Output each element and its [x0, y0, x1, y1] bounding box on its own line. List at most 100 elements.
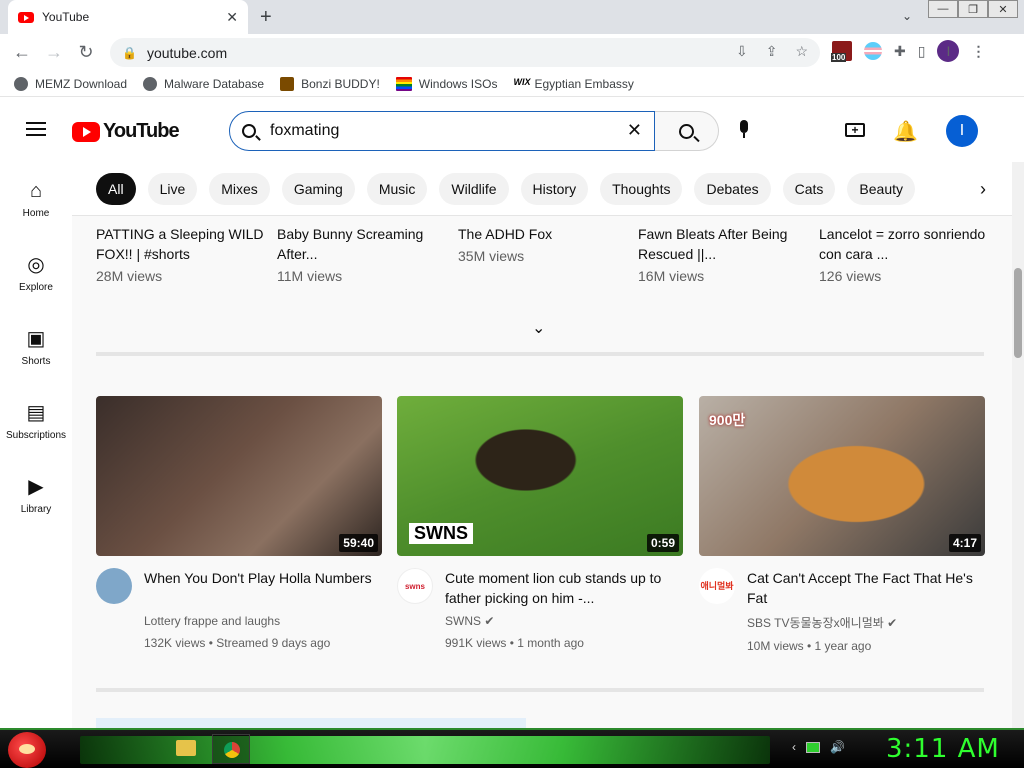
- chip-mixes[interactable]: Mixes: [209, 172, 270, 205]
- chip-gaming[interactable]: Gaming: [281, 172, 355, 205]
- section-divider: [96, 352, 984, 356]
- sidebar-item-library[interactable]: ▶ Library: [0, 476, 72, 515]
- sidebar-item-subscriptions[interactable]: ▤ Subscriptions: [0, 402, 72, 441]
- trans-flag-extension-icon[interactable]: [864, 42, 882, 60]
- side-panel-icon[interactable]: ▯: [918, 43, 926, 60]
- channel-avatar[interactable]: 애니멀봐: [699, 568, 735, 604]
- chevron-right-icon[interactable]: ›: [980, 179, 986, 200]
- clear-search-icon[interactable]: ✕: [627, 120, 642, 141]
- youtube-logo[interactable]: YouTube: [72, 120, 180, 143]
- video-thumbnail[interactable]: SWNS 0:59: [397, 396, 683, 556]
- forward-arrow-icon[interactable]: →: [38, 42, 70, 63]
- tab-youtube[interactable]: YouTube ✕: [8, 0, 248, 34]
- subscriptions-icon: ▤: [26, 402, 46, 424]
- chip-all[interactable]: All: [96, 172, 136, 205]
- puzzle-extensions-icon[interactable]: ✚: [894, 43, 906, 60]
- tab-close-icon[interactable]: ✕: [226, 9, 238, 26]
- wix-icon: WIX: [513, 76, 531, 87]
- new-tab-button[interactable]: +: [260, 6, 272, 29]
- channel-name[interactable]: SBS TV동물농장x애니멀봐 ✔: [747, 614, 985, 631]
- start-button-angry-bird-icon[interactable]: [8, 732, 46, 768]
- short-item[interactable]: Fawn Bleats After Being Rescued ||... 16M…: [638, 224, 808, 284]
- channel-avatar[interactable]: [96, 568, 132, 604]
- address-bar[interactable]: 🔒 youtube.com ⇩ ⇪ ☆: [110, 38, 820, 67]
- close-window-button[interactable]: ✕: [988, 0, 1018, 18]
- minimize-button[interactable]: —: [928, 0, 958, 18]
- video-title[interactable]: When You Don't Play Holla Numbers: [144, 568, 382, 608]
- tab-search-chevron-icon[interactable]: ⌄: [902, 9, 912, 23]
- maximize-button[interactable]: ❐: [958, 0, 988, 18]
- create-video-icon[interactable]: +: [845, 123, 865, 137]
- home-icon: ⌂: [29, 180, 43, 202]
- bookmark-egyptian-embassy[interactable]: WIX Egyptian Embassy: [513, 77, 633, 91]
- channel-name[interactable]: Lottery frappe and laughs: [144, 614, 382, 628]
- bookmark-malware-database[interactable]: Malware Database: [143, 76, 264, 91]
- chrome-taskbar-button[interactable]: [212, 734, 250, 764]
- search-icon: [242, 124, 256, 138]
- youtube-play-icon: [72, 121, 100, 142]
- notifications-bell-icon[interactable]: 🔔: [893, 119, 918, 144]
- video-card[interactable]: 59:40 When You Don't Play Holla Numbers …: [96, 396, 382, 650]
- search-input[interactable]: foxmating ✕: [229, 111, 655, 151]
- tab-strip: YouTube ✕ + ⌄ — ❐ ✕: [0, 0, 1024, 34]
- chip-debates[interactable]: Debates: [694, 172, 771, 205]
- bookmark-star-icon[interactable]: ☆: [795, 43, 808, 60]
- tab-title: YouTube: [42, 10, 90, 24]
- video-thumbnail[interactable]: 900만 4:17: [699, 396, 985, 556]
- section-divider: [96, 688, 984, 692]
- channel-avatar[interactable]: swns: [397, 568, 433, 604]
- share-icon[interactable]: ⇪: [766, 43, 778, 60]
- volume-icon[interactable]: 🔊: [830, 740, 845, 754]
- network-icon[interactable]: [806, 741, 820, 753]
- filter-chips-bar: All Live Mixes Gaming Music Wildlife His…: [72, 162, 1012, 216]
- video-title[interactable]: Cute moment lion cub stands up to father…: [445, 568, 683, 608]
- chip-cats[interactable]: Cats: [782, 172, 836, 205]
- short-item[interactable]: PATTING a Sleeping WILD FOX!! | #shorts 2…: [96, 224, 266, 284]
- video-thumbnail[interactable]: 59:40: [96, 396, 382, 556]
- search-button[interactable]: [655, 111, 719, 151]
- install-app-icon[interactable]: ⇩: [736, 43, 748, 60]
- video-card[interactable]: SWNS 0:59 swns Cute moment lion cub stan…: [397, 396, 683, 650]
- scrollbar-thumb[interactable]: [1014, 268, 1022, 358]
- expand-chevron-down-icon[interactable]: ⌄: [532, 318, 545, 338]
- bookmark-windows-isos[interactable]: Windows ISOs: [395, 76, 497, 91]
- youtube-favicon-icon: [18, 11, 34, 23]
- chip-history[interactable]: History: [520, 172, 589, 205]
- video-duration: 59:40: [339, 534, 378, 552]
- chip-thoughts[interactable]: Thoughts: [600, 172, 683, 205]
- chip-music[interactable]: Music: [366, 172, 428, 205]
- show-hidden-icons-icon[interactable]: ‹: [792, 740, 796, 754]
- back-arrow-icon[interactable]: ←: [6, 42, 38, 63]
- video-card[interactable]: 900만 4:17 애니멀봐 Cat Can't Accept The Fact…: [699, 396, 985, 653]
- reload-icon[interactable]: ↻: [70, 42, 102, 63]
- globe-icon: [14, 76, 28, 91]
- short-item[interactable]: Baby Bunny Screaming After... 11M views: [277, 224, 447, 284]
- microphone-icon[interactable]: [738, 120, 750, 140]
- chip-wildlife[interactable]: Wildlife: [439, 172, 509, 205]
- account-avatar[interactable]: I: [946, 115, 978, 147]
- youtube-sidebar: ⌂ Home ◎ Explore ▣ Shorts ▤ Subscriptions ▶ L…: [0, 162, 72, 728]
- short-item[interactable]: Lancelot = zorro sonriendo con cara ... 1…: [819, 224, 989, 284]
- channel-name[interactable]: SWNS ✔: [445, 614, 683, 628]
- url-text: youtube.com: [146, 44, 228, 61]
- next-row-placeholder: [96, 718, 526, 728]
- chip-live[interactable]: Live: [147, 172, 198, 205]
- taskbar-clock[interactable]: 3:11 AM: [886, 734, 1000, 764]
- sidebar-item-home[interactable]: ⌂ Home: [0, 180, 72, 219]
- short-item[interactable]: The ADHD Fox 35M views: [458, 224, 628, 264]
- chip-beauty[interactable]: Beauty: [847, 172, 916, 205]
- sidebar-item-shorts[interactable]: ▣ Shorts: [0, 328, 72, 367]
- extension-badge-icon[interactable]: 100: [831, 41, 852, 62]
- library-icon: ▶: [28, 476, 44, 498]
- logo-text: YouTube: [103, 120, 180, 142]
- swns-logo-overlay: SWNS: [409, 523, 473, 544]
- video-title[interactable]: Cat Can't Accept The Fact That He's Fat: [747, 568, 985, 608]
- menu-hamburger-icon[interactable]: [26, 122, 46, 136]
- page-scrollbar[interactable]: [1012, 162, 1024, 728]
- browser-menu-icon[interactable]: ⋮: [971, 43, 985, 60]
- sidebar-item-explore[interactable]: ◎ Explore: [0, 254, 72, 293]
- file-explorer-icon[interactable]: [176, 740, 196, 756]
- browser-profile-avatar[interactable]: I: [937, 40, 960, 62]
- bookmark-memz[interactable]: MEMZ Download: [14, 76, 127, 91]
- bookmark-bonzi-buddy[interactable]: Bonzi BUDDY!: [280, 76, 380, 91]
